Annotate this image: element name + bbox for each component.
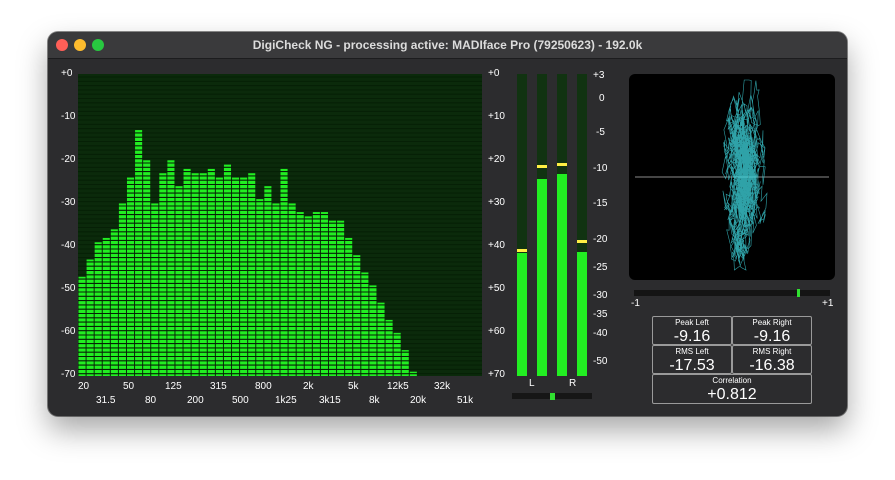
peak-right-readout[interactable]: Peak Right -9.16	[732, 316, 812, 345]
meter-scale-label: -35	[593, 309, 608, 320]
freq-label: 125	[165, 381, 182, 392]
spectrum-bars	[78, 76, 482, 376]
spectrum-bar	[102, 237, 110, 376]
freq-label: 50	[123, 381, 135, 392]
correlation-bar	[634, 290, 830, 296]
spectrum-y-label-left: -10	[61, 111, 76, 122]
spectrum-bar	[288, 203, 296, 376]
correlation-indicator	[796, 289, 800, 297]
spectrum-y-label-left: -30	[61, 197, 76, 208]
spectrum-bar	[280, 168, 288, 376]
spectrum-bar	[232, 177, 240, 376]
meter-scale-label: -25	[593, 262, 608, 273]
meter-scale-label: -20	[593, 234, 608, 245]
meter-scale-label: -40	[593, 328, 608, 339]
spectrum-y-label-left: -60	[61, 326, 76, 337]
peak-left-value: -9.16	[673, 328, 711, 345]
spectrum-bar	[126, 177, 135, 376]
freq-label: 51k	[457, 395, 474, 406]
spectrum-bar	[215, 177, 223, 376]
meter-scale-label: +3	[593, 70, 605, 81]
correlation-scale-max: +1	[822, 298, 834, 309]
peak-right-value: -9.16	[753, 328, 791, 345]
meter-scale-label: -15	[593, 198, 608, 209]
level-meter-bar	[557, 174, 567, 376]
spectrum-bar	[110, 229, 118, 376]
rms-right-readout[interactable]: RMS Right -16.38	[732, 345, 812, 374]
peak-hold-marker	[537, 164, 547, 168]
meter-scale-label: -5	[596, 127, 605, 138]
peak-left-label: Peak Left	[675, 318, 709, 327]
window-title: DigiCheck NG - processing active: MADIfa…	[252, 38, 643, 52]
spectrum-analyzer[interactable]	[78, 74, 482, 376]
spectrum-bar	[401, 350, 409, 376]
freq-label: 8k	[369, 395, 380, 406]
spectrum-y-label-right: +40	[488, 240, 505, 251]
rms-left-label: RMS Left	[675, 347, 709, 356]
spectrum-y-label-right: +60	[488, 326, 505, 337]
freq-label: 1k25	[275, 395, 297, 406]
level-meter-bar	[537, 178, 547, 376]
rms-left-readout[interactable]: RMS Left -17.53	[652, 345, 732, 374]
freq-label: 500	[232, 395, 249, 406]
app-window: DigiCheck NG - processing active: MADIfa…	[48, 32, 847, 416]
correlation-value: +0.812	[707, 386, 757, 403]
spectrum-bar	[151, 203, 159, 376]
meter-scale-label: -30	[593, 290, 608, 301]
freq-label: 80	[145, 395, 157, 406]
goniometer-signal-trace	[721, 79, 768, 271]
goniometer-trace	[635, 79, 829, 271]
freq-label: 800	[255, 381, 272, 392]
spectrum-bar	[272, 203, 280, 376]
freq-label: 5k	[348, 381, 359, 392]
title-bar[interactable]: DigiCheck NG - processing active: MADIfa…	[48, 32, 847, 59]
freq-label: 200	[187, 395, 204, 406]
balance-indicator	[550, 393, 555, 400]
correlation-readout[interactable]: Correlation +0.812	[652, 374, 812, 404]
peak-right-label: Peak Right	[752, 318, 792, 327]
spectrum-y-label-right: +30	[488, 197, 505, 208]
spectrum-y-label-right: +20	[488, 154, 505, 165]
peak-hold-marker	[557, 163, 567, 167]
spectrum-bar	[207, 168, 215, 376]
freq-label: 3k15	[319, 395, 341, 406]
level-meter-bar	[577, 251, 587, 376]
spectrum-y-label-left: +0	[61, 68, 73, 79]
freq-label: 32k	[434, 381, 451, 392]
spectrum-y-label-left: -70	[61, 369, 76, 380]
spectrum-y-label-left: -40	[61, 240, 76, 251]
rms-right-value: -16.38	[749, 357, 795, 374]
channel-label-right: R	[569, 378, 577, 389]
peak-hold-marker	[577, 239, 587, 243]
spectrum-y-label-right: +70	[488, 369, 505, 380]
freq-label: 315	[210, 381, 227, 392]
meter-scale-label: -50	[593, 356, 608, 367]
freq-label: 20	[78, 381, 90, 392]
level-meter-bar	[517, 253, 527, 376]
spectrum-bar	[345, 237, 353, 376]
freq-label: 31.5	[96, 395, 116, 406]
peak-left-readout[interactable]: Peak Left -9.16	[652, 316, 732, 345]
correlation-scale-min: -1	[631, 298, 640, 309]
freq-label: 12k5	[387, 381, 409, 392]
spectrum-bar	[183, 168, 191, 376]
spectrum-y-label-right: +10	[488, 111, 505, 122]
spectrum-y-label-right: +50	[488, 283, 505, 294]
spectrum-y-label-left: -20	[61, 154, 76, 165]
spectrum-y-label-left: -50	[61, 283, 76, 294]
correlation-label: Correlation	[712, 376, 752, 385]
spectrum-bar	[240, 177, 248, 376]
spectrum-bar	[353, 255, 361, 376]
peak-hold-marker	[517, 249, 527, 253]
rms-left-value: -17.53	[669, 357, 715, 374]
meter-scale-label: -10	[593, 163, 608, 174]
spectrum-y-label-right: +0	[488, 68, 500, 79]
channel-label-left: L	[529, 378, 535, 389]
spectrum-bar	[118, 203, 126, 376]
freq-label: 2k	[303, 381, 314, 392]
goniometer[interactable]	[629, 74, 835, 280]
rms-right-label: RMS Right	[752, 347, 792, 356]
meter-scale-label: 0	[599, 93, 605, 104]
freq-label: 20k	[410, 395, 427, 406]
